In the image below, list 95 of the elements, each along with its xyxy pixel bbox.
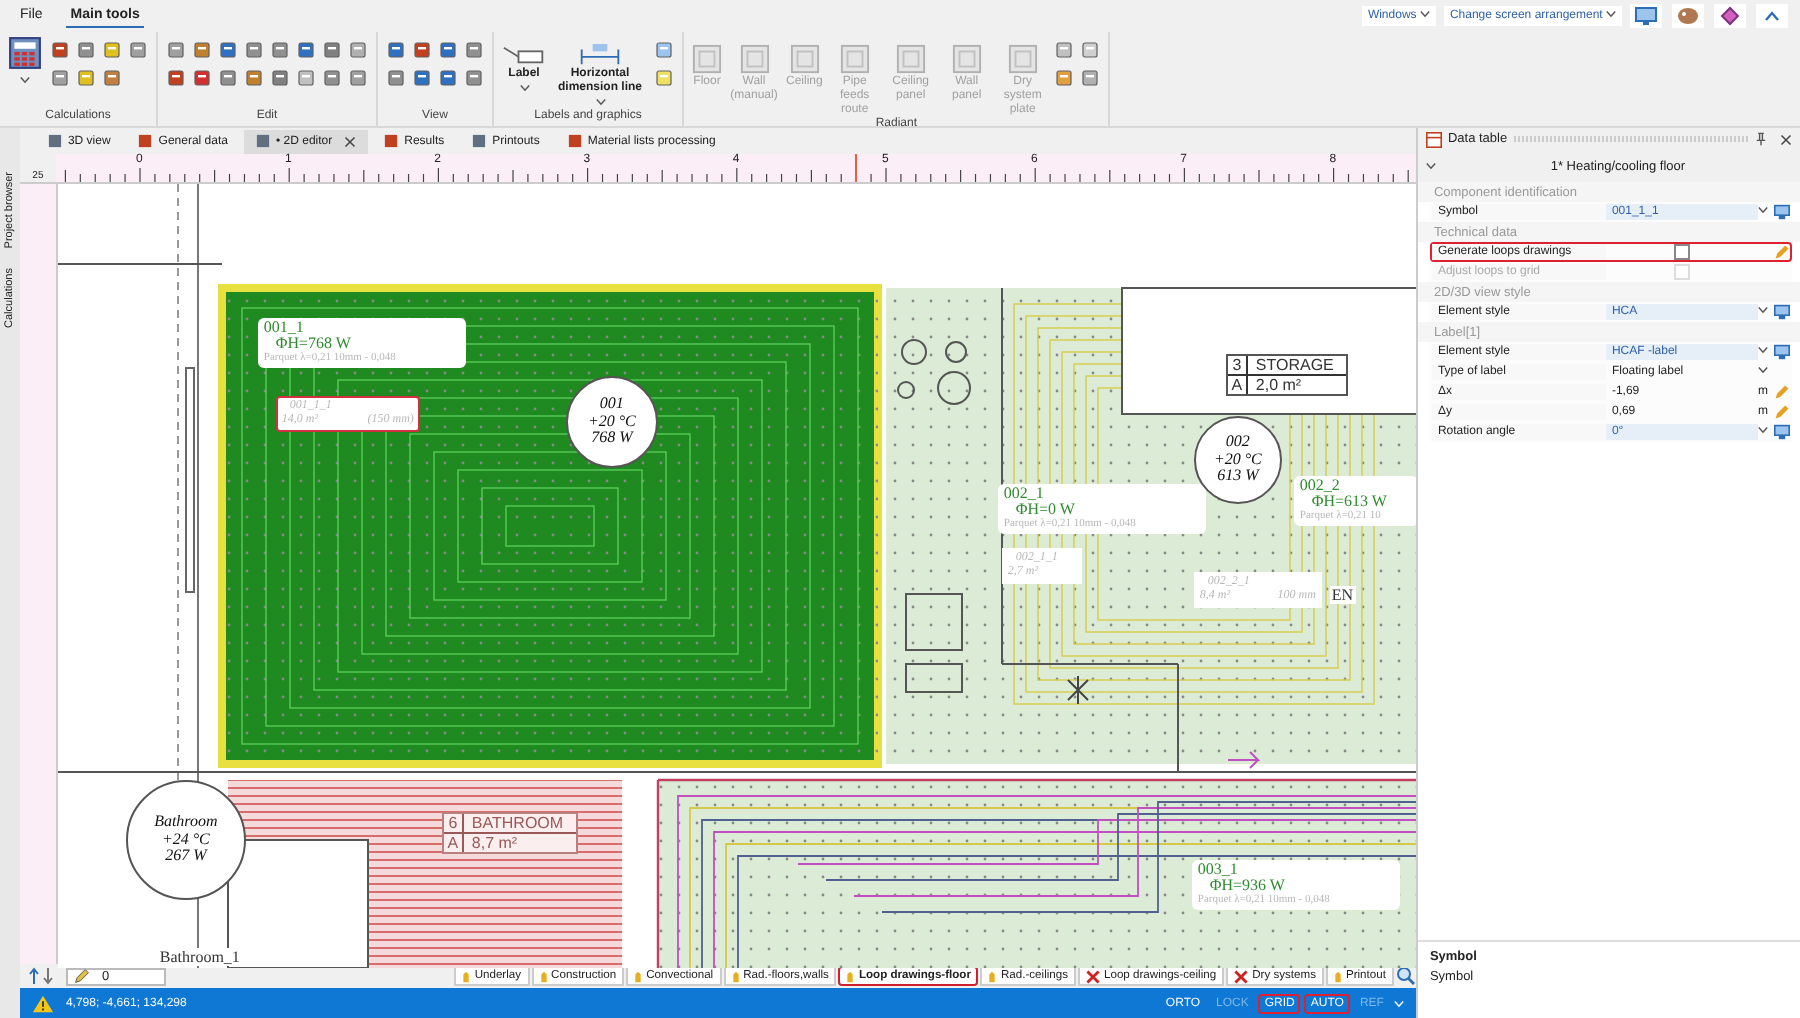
room-heat-label: Bathroom +24 °C 267 W <box>125 780 246 900</box>
tab-icon <box>384 134 399 148</box>
dimension-line-icon <box>578 44 622 66</box>
caret-icon <box>20 76 30 84</box>
palette-icon[interactable] <box>1672 4 1704 28</box>
magnifier-icon[interactable] <box>1395 966 1416 986</box>
tool-icon[interactable] <box>76 40 96 60</box>
pencil-icon <box>988 969 997 983</box>
monitor-icon[interactable] <box>1774 304 1790 320</box>
up-down-arrows-icon[interactable] <box>27 966 56 986</box>
cross-icon <box>1086 969 1100 983</box>
caret-icon <box>1758 426 1768 434</box>
tool-icon[interactable] <box>1080 68 1101 88</box>
tool-icon[interactable] <box>218 40 238 60</box>
panel-icon <box>895 44 926 74</box>
room-tag: 6 BATHROOM A 8,7 m² <box>441 812 578 854</box>
tab-icon <box>138 134 153 148</box>
tool-icon[interactable] <box>166 68 186 88</box>
tab-icon <box>47 134 62 148</box>
tool-icon[interactable] <box>654 68 674 88</box>
calculator-icon[interactable] <box>8 36 42 70</box>
monitor-icon[interactable] <box>1630 4 1662 28</box>
caret-icon <box>1758 206 1768 214</box>
room-tag-fragment: EN <box>1329 586 1356 604</box>
pencil-icon <box>731 969 740 983</box>
tool-icon[interactable] <box>296 68 316 88</box>
tool-icon[interactable] <box>270 68 290 88</box>
panel-icon <box>839 44 870 74</box>
collapse-up-icon[interactable] <box>1756 4 1788 28</box>
pencil-icon <box>539 969 548 983</box>
tool-icon[interactable] <box>296 40 316 60</box>
pencil-icon <box>634 969 643 983</box>
tool-icon[interactable] <box>464 40 484 60</box>
panel-icon <box>1007 44 1038 74</box>
tool-icon[interactable] <box>192 68 212 88</box>
monitor-icon[interactable] <box>1774 424 1790 440</box>
table-icon <box>1425 131 1442 147</box>
tool-icon[interactable] <box>244 68 264 88</box>
tool-icon[interactable] <box>412 68 432 88</box>
tool-icon[interactable] <box>322 40 342 60</box>
caret-icon <box>1758 306 1768 314</box>
checkbox[interactable] <box>1673 244 1690 260</box>
tab-icon <box>256 134 270 148</box>
caret-icon <box>595 97 605 106</box>
tool-icon[interactable] <box>166 40 186 60</box>
caret-icon <box>1606 10 1616 18</box>
caret-icon <box>519 83 529 92</box>
tool-icon[interactable] <box>102 68 122 88</box>
caret-icon <box>1758 346 1768 354</box>
paint-bucket-icon[interactable] <box>1714 4 1746 28</box>
tool-icon[interactable] <box>438 68 458 88</box>
panel-icon <box>739 44 769 74</box>
pencil-icon <box>846 969 855 983</box>
tool-icon[interactable] <box>386 40 406 60</box>
tool-icon[interactable] <box>322 68 342 88</box>
pencil-icon <box>1333 969 1342 983</box>
tool-icon[interactable] <box>270 40 290 60</box>
tool-icon[interactable] <box>102 40 122 60</box>
monitor-icon[interactable] <box>1774 344 1790 360</box>
monitor-icon[interactable] <box>1774 204 1790 220</box>
cross-icon <box>1234 969 1249 983</box>
tool-icon[interactable] <box>244 40 264 60</box>
panel-icon <box>951 44 982 74</box>
tool-icon[interactable] <box>50 68 70 88</box>
caret-icon <box>1419 10 1430 18</box>
label-leader-icon <box>502 44 546 66</box>
tool-icon[interactable] <box>386 68 406 88</box>
panel-icon <box>789 44 820 74</box>
tool-icon[interactable] <box>348 68 368 88</box>
tool-icon[interactable] <box>348 40 368 60</box>
close-icon[interactable] <box>1780 133 1792 145</box>
close-icon[interactable] <box>344 135 357 147</box>
tool-icon[interactable] <box>1080 40 1101 60</box>
pencil-icon <box>462 969 471 983</box>
panel-icon <box>692 44 722 74</box>
tool-icon[interactable] <box>1054 68 1075 88</box>
tool-icon[interactable] <box>76 68 96 88</box>
tool-icon[interactable] <box>464 68 484 88</box>
tool-icon[interactable] <box>1054 40 1075 60</box>
tool-icon[interactable] <box>412 40 432 60</box>
tool-icon[interactable] <box>654 40 674 60</box>
pin-icon[interactable] <box>1754 132 1768 146</box>
room-tag: 3 STORAGE A 2,0 m² <box>1225 354 1348 396</box>
tab-icon <box>472 134 487 148</box>
tool-icon[interactable] <box>192 40 212 60</box>
tool-icon[interactable] <box>438 40 458 60</box>
room-tag-fragment: Bathroom_1 <box>157 948 242 966</box>
tab-icon <box>567 134 582 148</box>
caret-icon <box>1393 999 1404 1007</box>
tool-icon[interactable] <box>50 40 70 60</box>
tool-icon[interactable] <box>128 40 148 60</box>
warning-icon <box>31 993 54 1013</box>
tool-icon[interactable] <box>218 68 238 88</box>
caret-icon <box>1425 162 1436 170</box>
caret-icon <box>1758 366 1768 374</box>
